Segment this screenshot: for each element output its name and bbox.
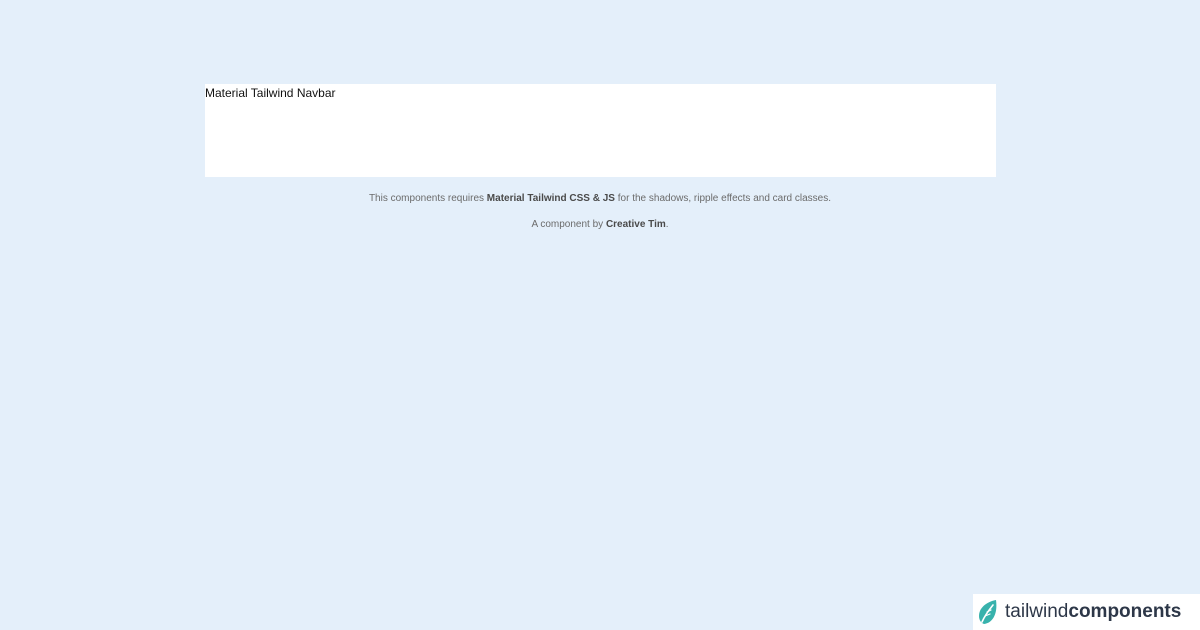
author-note: A component by Creative Tim. [0,218,1200,232]
author-link[interactable]: Creative Tim [606,219,666,230]
tailwindcomponents-badge[interactable]: tailwindcomponents [973,594,1200,630]
navbar-card: Material Tailwind Navbar [205,84,996,177]
author-prefix: A component by [531,219,606,230]
component-notes: This components requires Material Tailwi… [0,192,1200,232]
requirements-link[interactable]: Material Tailwind CSS & JS [487,193,615,204]
requirements-prefix: This components requires [368,193,487,204]
author-suffix: . [665,219,669,230]
requirements-suffix: for the shadows, ripple effects and card… [614,193,832,204]
requirements-note: This components requires Material Tailwi… [0,192,1200,206]
card-title: Material Tailwind Navbar [205,86,336,100]
brand-name-regular: tailwind [1005,601,1069,622]
brand-name: tailwindcomponents [1005,594,1181,630]
leaf-icon [979,600,997,624]
brand-name-bold: components [1068,601,1182,622]
